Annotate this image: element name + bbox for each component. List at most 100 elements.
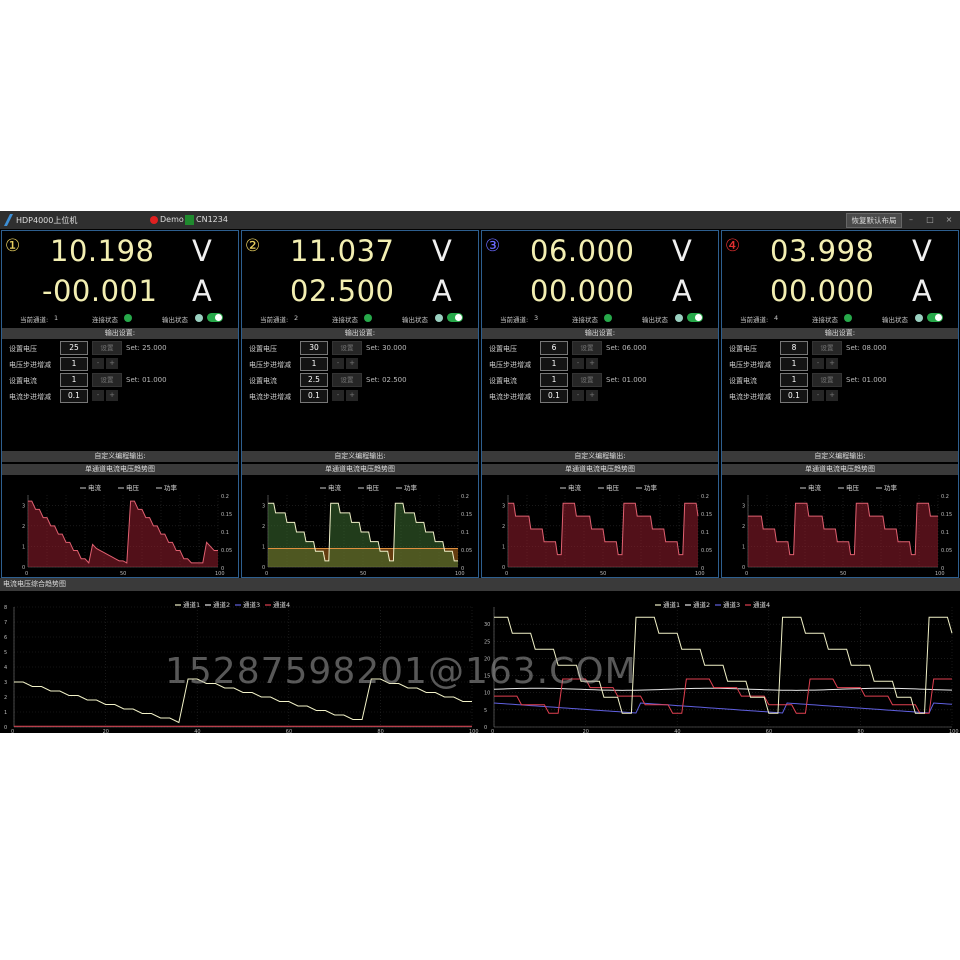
set-current-set-button[interactable]: 设置	[812, 373, 842, 387]
current-step-input[interactable]: 0.1	[540, 389, 568, 403]
voltage-step-input[interactable]: 1	[780, 357, 808, 371]
y2-tick-label: 0.05	[941, 548, 952, 554]
current-step-minus-button[interactable]: -	[812, 390, 824, 401]
voltage-step-plus-button[interactable]: +	[346, 358, 358, 369]
set-current-label: 设置电流	[249, 377, 277, 385]
set-voltage-set-button[interactable]: 设置	[812, 341, 842, 355]
current-step-minus-button[interactable]: -	[332, 390, 344, 401]
output-toggle-switch[interactable]	[927, 313, 943, 322]
set-current-set-button[interactable]: 设置	[92, 373, 122, 387]
voltage-step-minus-button[interactable]: -	[332, 358, 344, 369]
channel-trend-chart[interactable]: 电流 电压 功率 0 1 2 3 0.2 0.15 0.1 0.05 0 0 50 100	[722, 481, 958, 577]
channel-badge: ③	[485, 236, 501, 256]
set-current-input[interactable]: 1	[60, 373, 88, 387]
voltage-step-row: 电压步进增减 1- +	[2, 357, 238, 371]
voltage-step-plus-button[interactable]: +	[586, 358, 598, 369]
channel-trend-svg[interactable]: 电流 电压 功率01230.20.150.10.0500 50 100	[2, 481, 238, 577]
current-step-minus-button[interactable]: -	[92, 390, 104, 401]
channel-panel-3: ③ 06.000 V 00.000 A 当前通道: 3 连接状态 输出状态 输出设置: 设置电压 6 设…	[481, 230, 719, 578]
legend-label: 通道4	[753, 600, 770, 609]
output-toggle-switch[interactable]	[447, 313, 463, 322]
set-voltage-input[interactable]: 6	[540, 341, 568, 355]
legend-label: 通道4	[273, 600, 290, 609]
set-current-input[interactable]: 1	[540, 373, 568, 387]
legend-label: 电压	[366, 483, 380, 492]
set-current-input[interactable]: 1	[780, 373, 808, 387]
status-row: 当前通道: 2 连接状态 输出状态	[242, 313, 478, 325]
y-tick-label: 1	[22, 544, 25, 550]
current-area	[268, 503, 458, 567]
current-channel-label: 当前通道:	[500, 316, 529, 324]
channel-trend-svg[interactable]: 电流 电压 功率01230.20.150.10.0500 50 100	[482, 481, 718, 577]
x-tick-label: 100	[455, 571, 465, 577]
set-voltage-input[interactable]: 25	[60, 341, 88, 355]
current-step-input[interactable]: 0.1	[60, 389, 88, 403]
set-current-set-value: Set: 02.500	[366, 376, 407, 384]
set-voltage-input[interactable]: 8	[780, 341, 808, 355]
y-tick-label: 8	[4, 605, 7, 611]
set-voltage-set-button[interactable]: 设置	[572, 341, 602, 355]
restore-layout-button[interactable]: 恢复默认布局	[846, 213, 902, 228]
channel-trend-chart[interactable]: 电流 电压 功率 0 1 2 3 0.2 0.15 0.1 0.05 0 0 50 100	[482, 481, 718, 577]
y-tick-label: 1	[502, 544, 505, 550]
demo-label[interactable]: Demo	[160, 215, 184, 224]
minimize-button[interactable]: –	[905, 214, 917, 226]
set-voltage-set-value: Set: 25.000	[126, 344, 167, 352]
channel-trend-svg[interactable]: 电流 电压 功率01230.20.150.10.0500 50 100	[722, 481, 958, 577]
voltage-step-plus-button[interactable]: +	[106, 358, 118, 369]
set-voltage-set-button[interactable]: 设置	[92, 341, 122, 355]
y2-tick-label: 0.2	[941, 494, 949, 500]
close-button[interactable]: ×	[943, 214, 955, 226]
voltage-step-input[interactable]: 1	[300, 357, 328, 371]
voltage-step-minus-button[interactable]: -	[812, 358, 824, 369]
voltage-step-minus-button[interactable]: -	[572, 358, 584, 369]
x-tick-label: 0	[25, 571, 28, 577]
x-tick-label: 100	[215, 571, 225, 577]
set-current-input[interactable]: 2.5	[300, 373, 328, 387]
current-step-plus-button[interactable]: +	[586, 390, 598, 401]
voltage-unit: V	[192, 234, 212, 268]
channel-trend-chart[interactable]: 电流 电压 功率 0 1 2 3 0.2 0.15 0.1 0.05 0 0 50 100	[242, 481, 478, 577]
set-voltage-set-button[interactable]: 设置	[332, 341, 362, 355]
current-step-plus-button[interactable]: +	[826, 390, 838, 401]
voltage-step-input[interactable]: 1	[60, 357, 88, 371]
connection-status-indicator-icon	[604, 314, 612, 322]
legend-label: 通道3	[243, 600, 260, 609]
voltage-step-input[interactable]: 1	[540, 357, 568, 371]
output-settings-header: 输出设置:	[2, 328, 238, 339]
x-tick-label: 20	[583, 729, 589, 733]
current-step-plus-button[interactable]: +	[346, 390, 358, 401]
channel-badge: ②	[245, 236, 261, 256]
y-tick-label: 3	[262, 503, 265, 509]
channel-trend-svg[interactable]: 电流 电压 功率01230.20.150.10.0500 50 100	[242, 481, 478, 577]
set-current-row: 设置电流 1 设置 Set: 01.000	[2, 373, 238, 387]
current-step-input[interactable]: 0.1	[300, 389, 328, 403]
current-step-input[interactable]: 0.1	[780, 389, 808, 403]
y-tick-label: 2	[22, 524, 25, 530]
channel-panel-4: ④ 03.998 V 00.000 A 当前通道: 4 连接状态 输出状态 输出设置: 设置电压 8 设…	[721, 230, 959, 578]
current-channel-label: 当前通道:	[20, 316, 49, 324]
set-current-set-button[interactable]: 设置	[572, 373, 602, 387]
output-status-label: 输出状态	[402, 316, 428, 324]
output-toggle-switch[interactable]	[687, 313, 703, 322]
set-current-row: 设置电流 2.5 设置 Set: 02.500	[242, 373, 478, 387]
y-tick-label: 2	[742, 524, 745, 530]
y-tick-label: 5	[4, 650, 7, 656]
x-tick-label: 80	[377, 729, 383, 733]
set-voltage-input[interactable]: 30	[300, 341, 328, 355]
current-step-minus-button[interactable]: -	[572, 390, 584, 401]
current-step-label: 电流步进增减	[249, 393, 291, 401]
connection-status-indicator-icon	[844, 314, 852, 322]
legend-label: 通道2	[213, 600, 230, 609]
output-toggle-switch[interactable]	[207, 313, 223, 322]
output-status-label: 输出状态	[642, 316, 668, 324]
set-current-set-button[interactable]: 设置	[332, 373, 362, 387]
current-step-plus-button[interactable]: +	[106, 390, 118, 401]
x-tick-label: 40	[194, 729, 200, 733]
serial-port-label[interactable]: CN1234	[196, 215, 228, 224]
voltage-step-plus-button[interactable]: +	[826, 358, 838, 369]
set-current-row: 设置电流 1 设置 Set: 01.000	[482, 373, 718, 387]
voltage-step-minus-button[interactable]: -	[92, 358, 104, 369]
channel-trend-chart[interactable]: 电流 电压 功率 0 1 2 3 0.2 0.15 0.1 0.05 0 0 50 100	[2, 481, 238, 577]
maximize-button[interactable]: □	[924, 214, 936, 226]
